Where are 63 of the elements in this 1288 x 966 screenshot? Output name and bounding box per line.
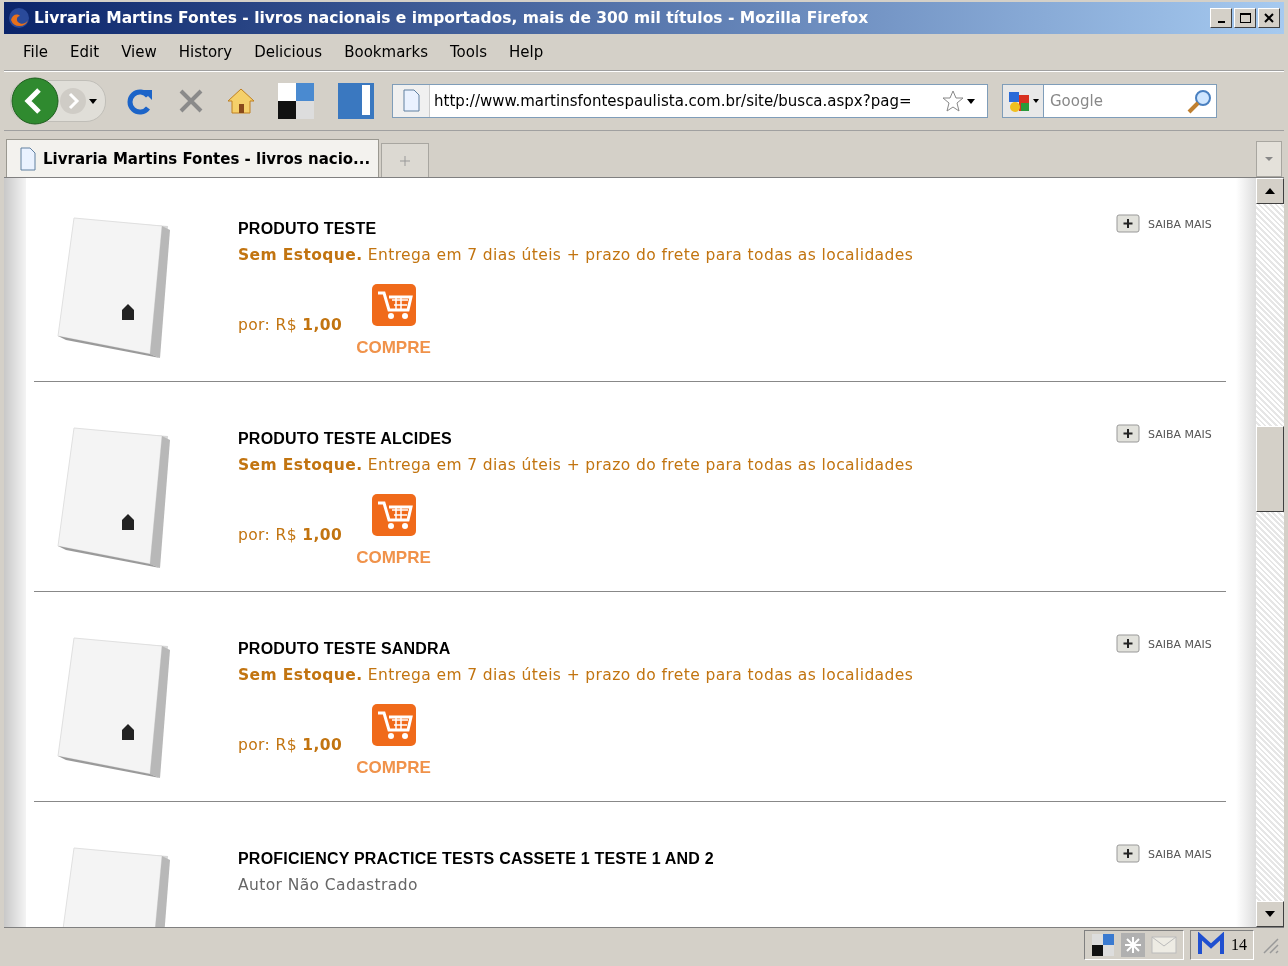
back-button[interactable]	[11, 77, 59, 125]
more-info-link[interactable]: SAIBA MAIS	[1116, 592, 1226, 801]
gmail-notifier[interactable]: 14	[1190, 930, 1254, 960]
menu-item[interactable]: Delicious	[243, 43, 334, 61]
price-text: por: R$ 1,00	[238, 316, 343, 334]
cart-icon	[371, 494, 416, 536]
bookmark-icon[interactable]	[336, 81, 376, 121]
home-button[interactable]	[226, 86, 256, 116]
search-field[interactable]: Google	[1044, 84, 1180, 118]
product-title[interactable]: PRODUTO TESTE SANDRA	[238, 640, 1116, 658]
checkerboard-icon[interactable]	[276, 81, 316, 121]
up-arrow-icon	[1265, 188, 1275, 194]
down-arrow-icon	[1265, 911, 1275, 917]
menu-item[interactable]: View	[110, 43, 168, 61]
checkerboard-icon[interactable]	[1091, 933, 1115, 957]
menu-item[interactable]: Help	[497, 43, 555, 61]
page-icon	[401, 89, 421, 113]
minimize-button[interactable]	[1210, 8, 1232, 28]
search-icon	[1186, 88, 1212, 114]
scroll-up-button[interactable]	[1256, 178, 1284, 204]
more-info-link[interactable]: SAIBA MAIS	[1116, 178, 1226, 381]
search-engine-icon	[1007, 89, 1031, 113]
product-title[interactable]: PRODUTO TESTE ALCIDES	[238, 430, 1116, 448]
product-title[interactable]: PROFICIENCY PRACTICE TESTS CASSETE 1 TESTE 1 AND 2	[238, 850, 1116, 868]
dropdown-arrow-icon	[1033, 99, 1039, 103]
menu-item[interactable]: Bookmarks	[333, 43, 439, 61]
mail-count: 14	[1231, 936, 1247, 954]
close-button[interactable]	[1258, 8, 1280, 28]
price-text: por: R$ 1,00	[238, 526, 343, 544]
more-info-link[interactable]: SAIBA MAIS	[1116, 382, 1226, 591]
menu-item[interactable]: Tools	[439, 43, 498, 61]
menu-item[interactable]: Edit	[59, 43, 111, 61]
search-button[interactable]	[1180, 84, 1217, 118]
page-icon	[19, 146, 37, 171]
scroll-down-button[interactable]	[1256, 901, 1284, 927]
plus-icon	[1116, 844, 1140, 864]
author-text: Autor Não Cadastrado	[238, 876, 419, 894]
browser-tab[interactable]: Livraria Martins Fontes - livros nacio...	[6, 139, 380, 177]
plus-icon	[1116, 634, 1140, 654]
menu-item[interactable]: History	[167, 43, 244, 61]
plus-icon	[1116, 424, 1140, 444]
stock-status-text: Sem Estoque. Entrega em 7 dias úteis + prazo do frete para todas as localidades	[238, 246, 915, 264]
scrollbar[interactable]	[1256, 178, 1284, 927]
minimize-icon	[1217, 21, 1225, 23]
maximize-icon	[1239, 13, 1251, 23]
search-engine-button[interactable]	[1002, 84, 1044, 118]
maximize-button[interactable]	[1234, 8, 1256, 28]
plus-icon	[1116, 214, 1140, 234]
menu-item[interactable]: File	[12, 43, 60, 61]
scroll-thumb[interactable]	[1256, 426, 1284, 512]
stock-status-text: Sem Estoque. Entrega em 7 dias úteis + prazo do frete para todas as localidades	[238, 456, 915, 474]
product-title[interactable]: PRODUTO TESTE	[238, 220, 1116, 238]
price-text: por: R$ 1,00	[238, 736, 343, 754]
firefox-icon	[8, 7, 30, 29]
cart-icon	[371, 284, 416, 326]
close-icon	[1264, 13, 1274, 23]
star-icon[interactable]	[941, 89, 965, 113]
plus-icon	[399, 154, 412, 167]
dropdown-arrow-icon	[1265, 157, 1273, 161]
more-info-link[interactable]: SAIBA MAIS	[1116, 802, 1226, 927]
cart-icon	[371, 704, 416, 746]
stock-status-text: Sem Estoque. Entrega em 7 dias úteis + prazo do frete para todas as localidades	[238, 666, 915, 684]
window-title: Livraria Martins Fontes - livros nacionais e importados, mais de 300 mil títulos - Mozilla Firefox	[34, 9, 870, 27]
